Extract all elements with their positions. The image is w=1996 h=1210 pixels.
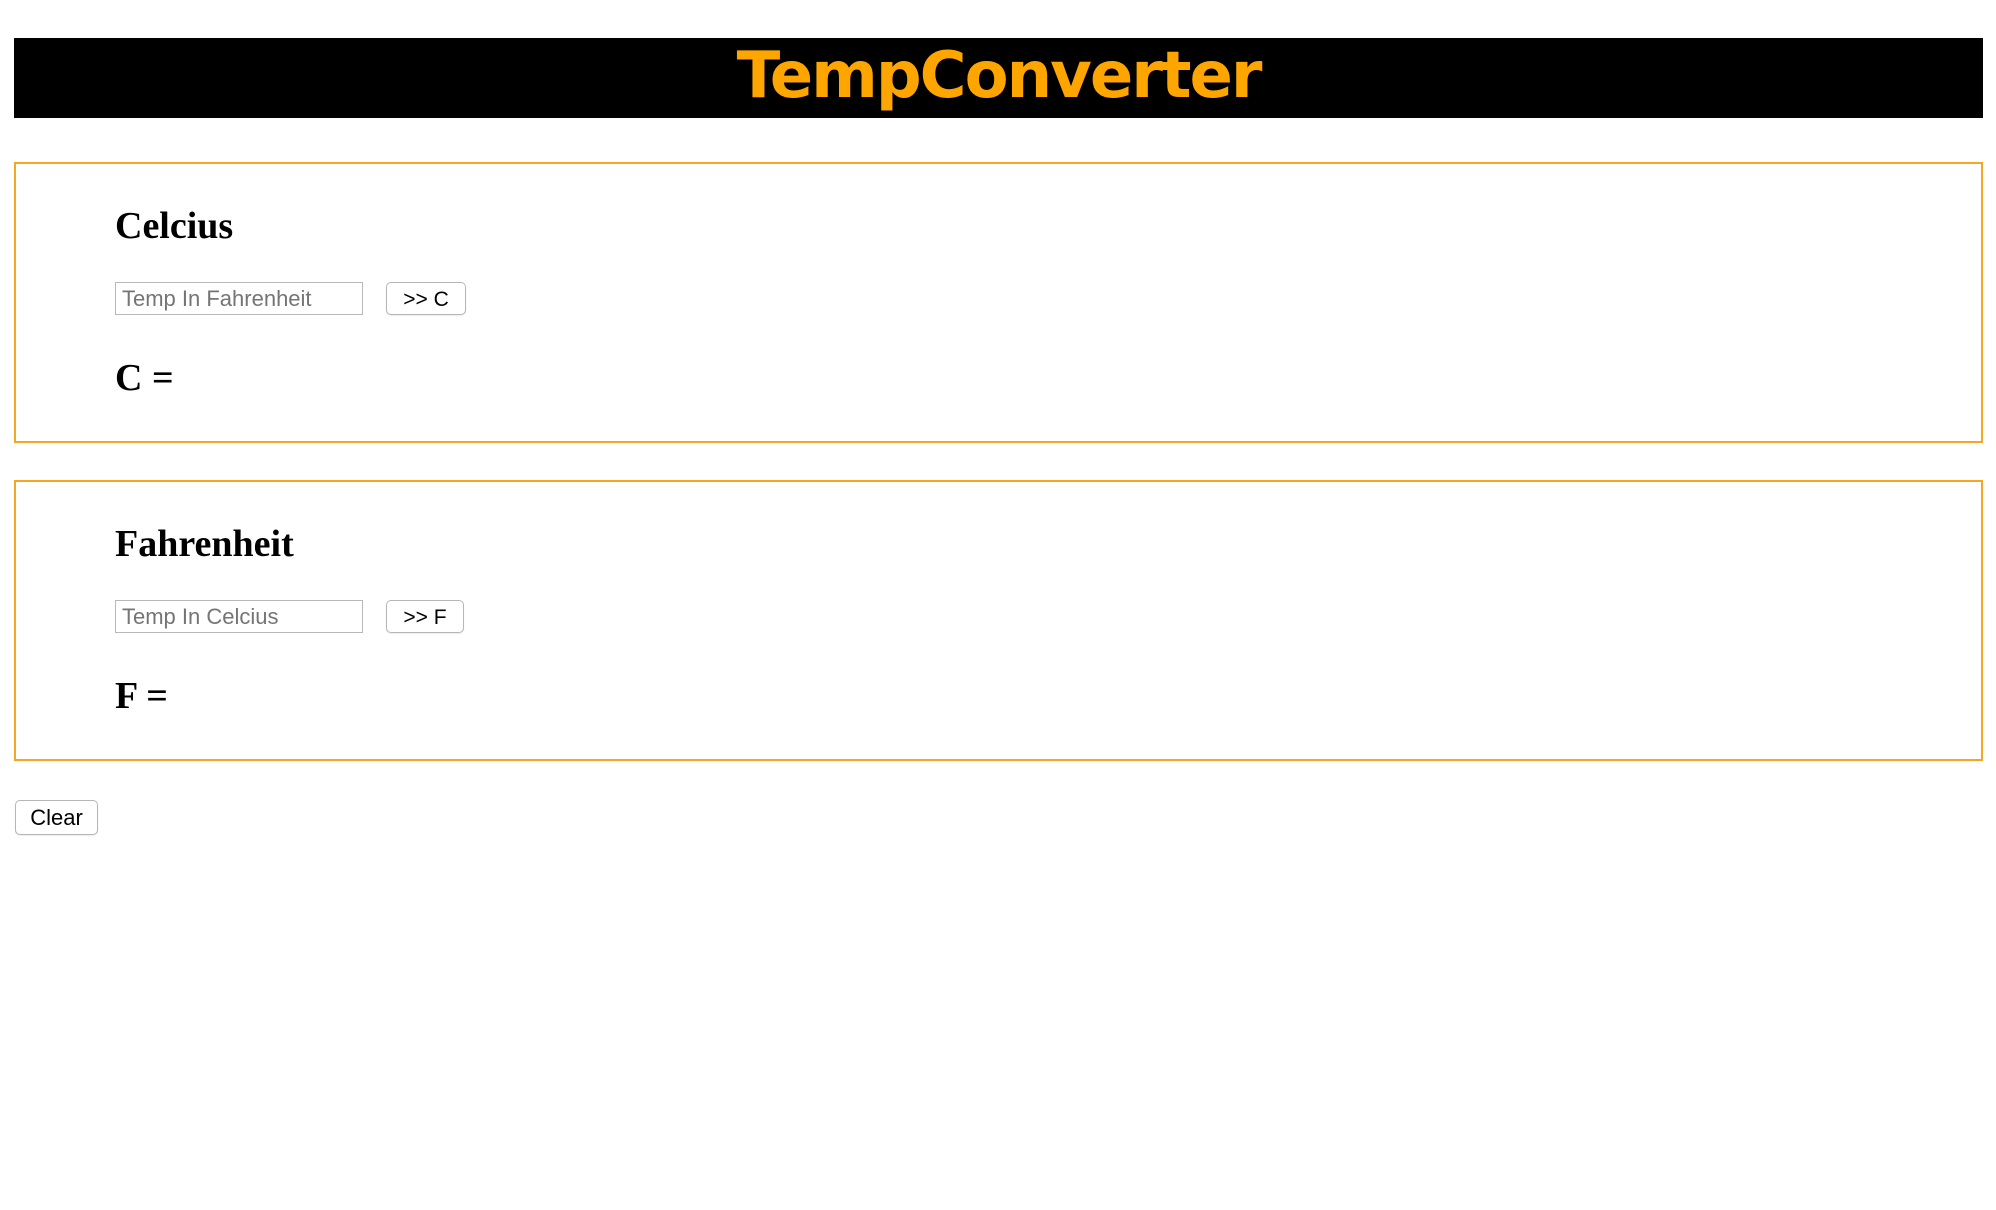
app-header: TempConverter — [14, 38, 1983, 118]
fahrenheit-input[interactable] — [115, 282, 363, 315]
celcius-input[interactable] — [115, 600, 363, 633]
convert-to-celcius-button[interactable]: >> C — [386, 282, 466, 315]
fahrenheit-result: F = — [115, 675, 168, 717]
convert-to-fahrenheit-button[interactable]: >> F — [386, 600, 464, 633]
fahrenheit-converter-card: Fahrenheit >> F F = — [14, 480, 1983, 761]
fahrenheit-heading: Fahrenheit — [115, 523, 294, 565]
celcius-converter-card: Celcius >> C C = — [14, 162, 1983, 443]
app-title: TempConverter — [736, 39, 1263, 113]
celcius-result: C = — [115, 357, 174, 399]
clear-button[interactable]: Clear — [15, 800, 98, 835]
celcius-heading: Celcius — [115, 205, 234, 247]
